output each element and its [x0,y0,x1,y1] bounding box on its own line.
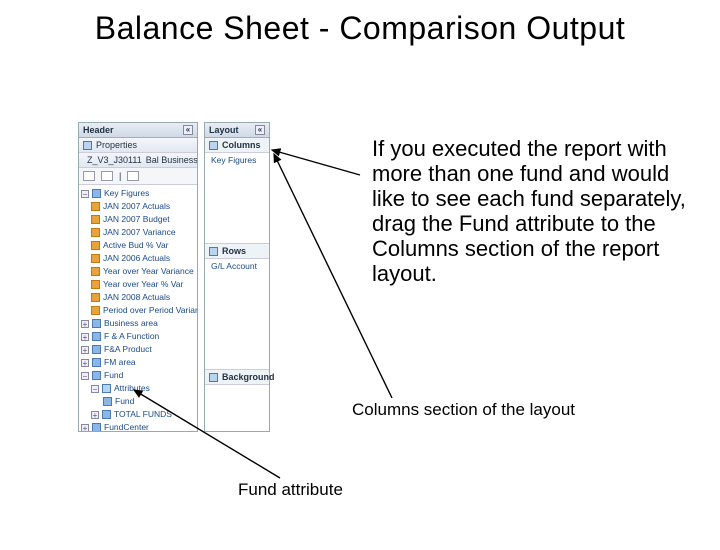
rows-icon [209,247,218,256]
expand-icon[interactable]: + [81,333,89,341]
tree-dim[interactable]: +F & A Function [81,330,197,343]
rows-section-header[interactable]: Rows [205,243,269,259]
background-icon [209,373,218,382]
folder-icon [102,384,111,393]
expand-icon[interactable]: + [91,411,99,419]
tree-item[interactable]: Year over Year % Var [81,278,197,291]
query-tree: − Key Figures JAN 2007 Actuals JAN 2007 … [79,185,197,431]
properties-label: Properties [96,140,137,150]
measure-icon [91,293,100,302]
layout-panel-header[interactable]: Layout « [205,123,269,138]
panel-toggle-icon[interactable]: « [183,125,193,135]
columns-icon [209,141,218,150]
tree-item[interactable]: JAN 2008 Actuals [81,291,197,304]
tree-item[interactable]: JAN 2007 Actuals [81,200,197,213]
tree-fund-total[interactable]: +TOTAL FUNDS [81,408,197,421]
tree-item[interactable]: Year over Year Variance [81,265,197,278]
panel-toggle-icon[interactable]: « [255,125,265,135]
query-panel-header[interactable]: Header « [79,123,197,138]
dim-icon [92,371,101,380]
rows-item[interactable]: G/L Account [208,261,266,271]
tree-item[interactable]: Active Bud % Var [81,239,197,252]
query-id: Z_V3_J30111 [87,155,142,165]
collapse-icon[interactable]: − [81,372,89,380]
tree-fund-attributes[interactable]: −Attributes [81,382,197,395]
measure-icon [91,280,100,289]
expand-icon[interactable]: + [81,359,89,367]
page-title: Balance Sheet - Comparison Output [0,10,720,47]
columns-section[interactable]: Key Figures [205,153,269,243]
columns-item[interactable]: Key Figures [208,155,266,165]
toolbar-sep: | [119,171,121,181]
measure-icon [91,228,100,237]
layout-panel: Layout « Columns Key Figures Rows G/L Ac… [204,122,270,432]
collapse-icon[interactable]: − [91,385,99,393]
dim-icon [92,358,101,367]
attr-icon [103,397,112,406]
toolbar-btn-2[interactable] [101,171,113,181]
rows-section[interactable]: G/L Account [205,259,269,369]
tree-dim[interactable]: +F&A Product [81,343,197,356]
measure-icon [91,306,100,315]
dim-icon [92,423,101,431]
tree-toolbar: | [79,168,197,185]
query-name: Bal Business Warehouse [146,155,197,165]
tree-item[interactable]: JAN 2006 Actuals [81,252,197,265]
measure-icon [91,241,100,250]
caption-fund: Fund attribute [238,480,343,500]
expand-icon[interactable]: + [81,346,89,354]
tree-dim[interactable]: +FundCenter [81,421,197,431]
query-panel-title: Header [83,125,114,135]
tree-item[interactable]: JAN 2007 Budget [81,213,197,226]
columns-section-header[interactable]: Columns [205,138,269,153]
tree-dim-fund[interactable]: −Fund [81,369,197,382]
properties-bar[interactable]: Properties [79,138,197,153]
background-section[interactable] [205,385,269,431]
dim-icon [92,332,101,341]
expand-icon[interactable]: + [81,320,89,328]
dim-icon [92,345,101,354]
measure-icon [91,202,100,211]
dim-icon [92,319,101,328]
attr-icon [102,410,111,419]
measure-icon [91,267,100,276]
expand-icon[interactable]: + [81,424,89,432]
toolbar-btn-1[interactable] [83,171,95,181]
toolbar-btn-3[interactable] [127,171,139,181]
caption-columns: Columns section of the layout [352,400,575,419]
measure-icon [91,215,100,224]
query-id-row[interactable]: Z_V3_J30111 Bal Business Warehouse [79,153,197,168]
background-section-header[interactable]: Background [205,369,269,385]
keyfigure-folder-icon [92,189,101,198]
layout-panel-title: Layout [209,125,239,135]
properties-icon [83,141,92,150]
collapse-icon[interactable]: − [81,190,89,198]
explanation-text: If you executed the report with more tha… [372,136,688,286]
tree-dim[interactable]: +Business area [81,317,197,330]
tree-item[interactable]: JAN 2007 Variance [81,226,197,239]
tree-dim[interactable]: +FM area [81,356,197,369]
query-panel: Header « Properties Z_V3_J30111 Bal Busi… [78,122,198,432]
layout-panels: Header « Properties Z_V3_J30111 Bal Busi… [78,122,270,432]
tree-item[interactable]: Period over Period Variance [81,304,197,317]
tree-fund-attribute-fund[interactable]: Fund [81,395,197,408]
measure-icon [91,254,100,263]
tree-keyfigures[interactable]: − Key Figures [81,187,197,200]
